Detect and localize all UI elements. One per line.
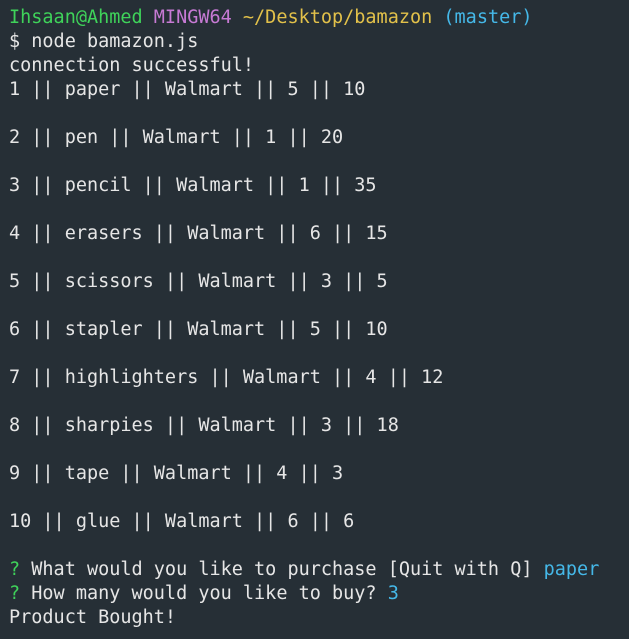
product-row: 5 || scissors || Walmart || 3 || 5 — [9, 271, 388, 292]
product-row: 3 || pencil || Walmart || 1 || 35 — [9, 175, 377, 196]
question-mark: ? — [9, 583, 21, 604]
product-row: 10 || glue || Walmart || 6 || 6 — [9, 511, 355, 532]
purchase-question: ? What would you like to purchase [Quit … — [9, 558, 629, 582]
prompt-user-host: Ihsaan@Ahmed — [9, 7, 143, 28]
product-row: 7 || highlighters || Walmart || 4 || 12 — [9, 367, 444, 388]
product-row: 2 || pen || Walmart || 1 || 20 — [9, 127, 344, 148]
product-row: 9 || tape || Walmart || 4 || 3 — [9, 463, 344, 484]
prompt-system: MINGW64 — [153, 7, 232, 28]
answer-input[interactable]: paper — [544, 559, 600, 580]
prompt-path: ~/Desktop/bamazon — [242, 7, 433, 28]
shell-prompt-line: Ihsaan@Ahmed MINGW64 ~/Desktop/bamazon (… — [9, 6, 629, 30]
product-row: 8 || sharpies || Walmart || 3 || 18 — [9, 415, 399, 436]
terminal-window[interactable]: Ihsaan@Ahmed MINGW64 ~/Desktop/bamazon (… — [0, 0, 629, 639]
product-row: 1 || paper || Walmart || 5 || 10 — [9, 79, 366, 100]
quantity-question: ? How many would you like to buy? 3 — [9, 582, 629, 606]
answer-input[interactable]: 3 — [388, 583, 399, 604]
connection-message: connection successful! — [9, 55, 255, 76]
prompt-branch: (master) — [443, 7, 533, 28]
command-line: $ node bamazon.js — [9, 31, 199, 52]
product-row: 6 || stapler || Walmart || 5 || 10 — [9, 319, 388, 340]
product-row: 4 || erasers || Walmart || 6 || 15 — [9, 223, 388, 244]
question-text: What would you like to purchase [Quit wi… — [31, 559, 533, 580]
question-text: How many would you like to buy? — [31, 583, 377, 604]
question-mark: ? — [9, 559, 21, 580]
result-message: Product Bought! — [9, 607, 177, 628]
